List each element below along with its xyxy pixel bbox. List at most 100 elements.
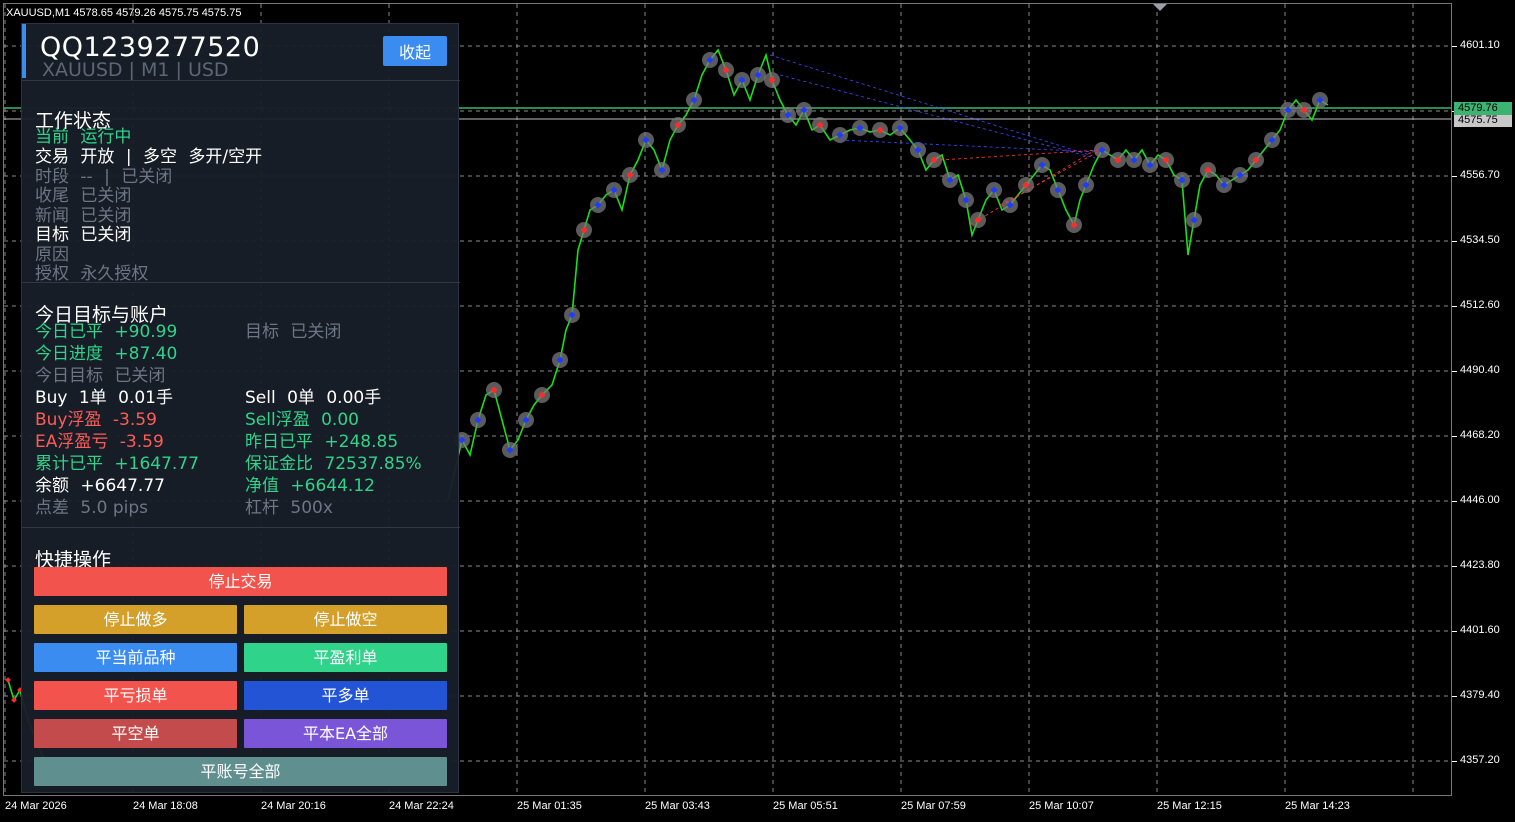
period-label: 时段 (35, 167, 69, 187)
ea-float-row: EA浮盈亏 -3.59 (35, 432, 170, 452)
close-value: 已关闭 (80, 186, 132, 206)
price-tick-mark (1452, 631, 1457, 632)
time-tick-label: 25 Mar 03:43 (645, 800, 710, 812)
margin-row: 保证金比 72537.85% (245, 454, 428, 474)
target-row: 目标 已关闭 (245, 322, 347, 342)
close-loss-button[interactable]: 平亏损单 (34, 681, 237, 710)
time-tick-label: 25 Mar 10:07 (1029, 800, 1094, 812)
leverage-label: 杠杆 (245, 498, 279, 518)
trade-link-line (839, 139, 1099, 153)
stop-long-button[interactable]: 停止做多 (34, 605, 237, 634)
price-tick-label: 4556.70 (1460, 169, 1500, 181)
buy-row: Buy 1单 0.01手 (35, 388, 179, 408)
buy-float-value: -3.59 (112, 410, 157, 430)
price-tick-label: 4490.40 (1460, 364, 1500, 376)
leverage-row: 杠杆 500x (245, 498, 339, 518)
news-label: 新闻 (35, 206, 69, 226)
trade-link-line (779, 74, 1096, 159)
status-close-row: 收尾 已关闭 (35, 186, 137, 206)
close-label: 收尾 (35, 186, 69, 206)
collapse-button[interactable]: 收起 (383, 36, 447, 66)
price-tick-label: 4512.60 (1460, 299, 1500, 311)
cum-row: 累计已平 +1647.77 (35, 454, 205, 474)
spread-label: 点差 (35, 498, 69, 518)
price-tick-mark (1452, 176, 1457, 177)
margin-value: 72537.85% (324, 454, 422, 474)
close-profit-button[interactable]: 平盈利单 (244, 643, 447, 672)
yesterday-label: 昨日已平 (245, 432, 313, 452)
sell-lots: 0.00手 (326, 388, 382, 408)
price-tick-mark (1452, 46, 1457, 47)
buy-lots: 0.01手 (118, 388, 173, 408)
price-series-line (447, 48, 1329, 501)
buy-label: Buy (35, 388, 68, 408)
target-value: 已关闭 (80, 225, 132, 245)
cum-label: 累计已平 (35, 454, 103, 474)
ea-control-panel: QQ1239277520 XAUUSD | M1 | USD 收起 工作状态 当… (21, 23, 460, 793)
price-tick-label: 4423.80 (1460, 559, 1500, 571)
panel-accent-bar (22, 24, 26, 78)
leverage-value: 500x (290, 498, 333, 518)
close-short-button[interactable]: 平空单 (34, 719, 237, 748)
trade-marker (5, 677, 11, 683)
price-tick-label: 4401.60 (1460, 624, 1500, 636)
price-tick-mark (1452, 436, 1457, 437)
price-tick-mark (1452, 761, 1457, 762)
price-tick-mark (1452, 241, 1457, 242)
margin-label: 保证金比 (245, 454, 313, 474)
time-tick-label: 25 Mar 07:59 (901, 800, 966, 812)
today-target-label: 今日目标 (35, 366, 103, 386)
ask-price-tag: 4575.75 (1454, 114, 1512, 127)
today-progress-row: 今日进度 +87.40 (35, 344, 183, 364)
time-tick-label: 24 Mar 22:24 (389, 800, 454, 812)
sell-float-row: Sell浮盈 0.00 (245, 410, 365, 430)
price-tick-label: 4357.20 (1460, 754, 1500, 766)
status-license-row: 授权 永久授权 (35, 264, 154, 284)
today-progress-label: 今日进度 (35, 344, 103, 364)
spread-value: 5.0 pips (80, 498, 149, 518)
balance-row: 余额 +6647.77 (35, 476, 171, 496)
section-divider (22, 282, 460, 283)
license-label: 授权 (35, 264, 69, 284)
today-closed-value: +90.99 (114, 322, 178, 342)
price-tick-label: 4468.20 (1460, 429, 1500, 441)
close-long-button[interactable]: 平多单 (244, 681, 447, 710)
time-tick-label: 25 Mar 05:51 (773, 800, 838, 812)
close-ea-all-button[interactable]: 平本EA全部 (244, 719, 447, 748)
price-tick-mark (1452, 306, 1457, 307)
symbol-subtitle: XAUUSD | M1 | USD (42, 59, 229, 81)
license-value: 永久授权 (80, 264, 149, 284)
close-account-all-button[interactable]: 平账号全部 (34, 757, 447, 786)
time-tick-label: 25 Mar 12:15 (1157, 800, 1222, 812)
close-symbol-button[interactable]: 平当前品种 (34, 643, 237, 672)
trade-separator: | (125, 147, 132, 167)
today-closed-row: 今日已平 +90.99 (35, 322, 183, 342)
today-target-value: 已关闭 (114, 366, 166, 386)
period-value: -- (80, 167, 93, 187)
status-current-row: 当前 运行中 (35, 127, 137, 147)
sell-float-value: 0.00 (321, 410, 359, 430)
cum-value: +1647.77 (114, 454, 199, 474)
trade-label: 交易 (35, 147, 69, 167)
price-tick-mark (1452, 501, 1457, 502)
time-tick-label: 24 Mar 20:16 (261, 800, 326, 812)
equity-row: 净值 +6644.12 (245, 476, 381, 496)
stop-trading-button[interactable]: 停止交易 (34, 567, 447, 596)
stop-short-button[interactable]: 停止做空 (244, 605, 447, 634)
period-state: 已关闭 (121, 167, 173, 187)
sell-row: Sell 0单 0.00手 (245, 388, 387, 408)
time-axis[interactable]: 24 Mar 2026 24 Mar 18:08 24 Mar 20:16 24 Ma… (0, 796, 1452, 822)
price-tick-label: 4601.10 (1460, 39, 1500, 51)
period-separator: | (104, 167, 110, 187)
time-tick-label: 24 Mar 2026 (5, 800, 67, 812)
buy-float-row: Buy浮盈 -3.59 (35, 410, 163, 430)
ea-float-value: -3.59 (119, 432, 164, 452)
bid-price-tag: 4579.76 (1454, 102, 1512, 115)
sell-label: Sell (245, 388, 276, 408)
target-value-2: 已关闭 (290, 322, 342, 342)
price-axis[interactable]: 4601.104578.904556.704534.504512.604490.… (1452, 0, 1515, 796)
time-tick-label: 25 Mar 01:35 (517, 800, 582, 812)
buy-float-label: Buy浮盈 (35, 410, 102, 430)
price-tick-mark (1452, 696, 1457, 697)
section-divider (22, 80, 460, 81)
